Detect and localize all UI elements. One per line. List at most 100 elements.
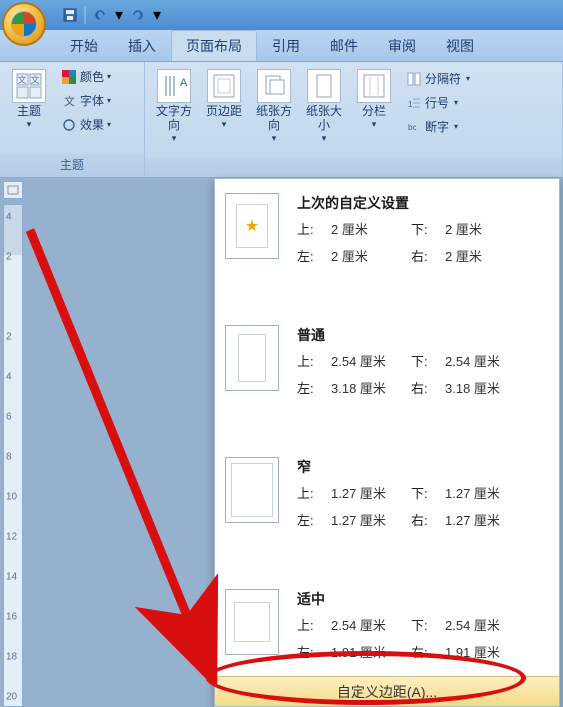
hyphen-icon: bc [406, 119, 422, 135]
preset-title: 窄 [297, 457, 553, 477]
line-numbers-button[interactable]: 1 行号 [402, 92, 474, 113]
preset-title: 普通 [297, 325, 553, 345]
preset-preview-icon [225, 457, 279, 523]
theme-colors[interactable]: 颜色▾ [57, 66, 115, 87]
preset-preview-icon: ★ [225, 193, 279, 259]
svg-text:文: 文 [30, 74, 39, 85]
preset-title: 上次的自定义设置 [297, 193, 553, 213]
colors-label: 颜色 [80, 68, 104, 85]
svg-text:文: 文 [64, 94, 75, 108]
margin-preset-moderate[interactable]: 适中上:2.54 厘米下:2.54 厘米左:1.91 厘米右:1.91 厘米 [215, 579, 559, 671]
preset-values: 上:2 厘米下:2 厘米左:2 厘米右:2 厘米 [297, 219, 553, 265]
chevron-down-icon: ▾ [107, 96, 111, 105]
orientation-label: 纸张方向 [252, 105, 296, 133]
office-button[interactable] [2, 2, 46, 46]
chevron-down-icon: ▾ [322, 133, 327, 144]
vertical-ruler[interactable]: 422468101214161820 [3, 204, 23, 707]
text-direction-button[interactable]: A 文字方向 ▾ [149, 66, 199, 147]
margins-icon [207, 69, 241, 103]
chevron-down-icon: ▾ [272, 133, 277, 144]
preset-title: 适中 [297, 589, 553, 609]
margin-preset-normal[interactable]: 普通上:2.54 厘米下:2.54 厘米左:3.18 厘米右:3.18 厘米 [215, 315, 559, 407]
ruler-tick: 8 [6, 452, 12, 463]
preset-info: 窄上:1.27 厘米下:1.27 厘米左:1.27 厘米右:1.27 厘米 [297, 457, 553, 529]
chevron-down-icon: ▾ [172, 133, 177, 144]
breaks-label: 分隔符 [425, 70, 461, 87]
chevron-down-icon: ▾ [372, 119, 377, 130]
effects-label: 效果 [80, 116, 104, 133]
theme-fonts[interactable]: 文 字体▾ [57, 90, 115, 111]
margin-preset-last_custom[interactable]: ★ 上次的自定义设置上:2 厘米下:2 厘米左:2 厘米右:2 厘米 [215, 183, 559, 275]
ruler-tick: 6 [6, 412, 12, 423]
qat-customize-icon[interactable]: ▾ [151, 6, 163, 24]
ruler-toggle-icon [7, 185, 19, 195]
theme-effects[interactable]: 效果▾ [57, 114, 115, 135]
custom-margins-button[interactable]: 自定义边距(A)... [215, 676, 559, 706]
themes-button[interactable]: 文文 主题 ▾ [4, 66, 54, 133]
tab-insert[interactable]: 插入 [113, 30, 171, 61]
linenum-label: 行号 [425, 94, 449, 111]
columns-label: 分栏 [362, 105, 386, 119]
tab-start[interactable]: 开始 [55, 30, 113, 61]
tab-review[interactable]: 审阅 [373, 30, 431, 61]
chevron-down-icon: ▾ [107, 120, 111, 129]
ruler-tick: 20 [6, 692, 17, 703]
size-button[interactable]: 纸张大小 ▾ [299, 66, 349, 147]
ruler-tick: 2 [6, 332, 12, 343]
size-icon [307, 69, 341, 103]
text-direction-label: 文字方向 [152, 105, 196, 133]
hyphenation-button[interactable]: bc 断字 [402, 116, 474, 137]
tab-mailings[interactable]: 邮件 [315, 30, 373, 61]
tab-view[interactable]: 视图 [431, 30, 489, 61]
orientation-button[interactable]: 纸张方向 ▾ [249, 66, 299, 147]
orientation-icon [257, 69, 291, 103]
group-label-empty [145, 157, 562, 177]
ribbon-group-theme: 文文 主题 ▾ 颜色▾ 文 字体▾ 效果▾ 主题 [0, 62, 145, 177]
colors-icon [61, 69, 77, 85]
custom-margins-label: 自定义边距(A)... [337, 682, 437, 702]
margins-label: 页边距 [206, 105, 242, 119]
preset-info: 上次的自定义设置上:2 厘米下:2 厘米左:2 厘米右:2 厘米 [297, 193, 553, 265]
columns-button[interactable]: 分栏 ▾ [349, 66, 399, 133]
star-icon: ★ [245, 216, 259, 236]
undo-icon[interactable] [91, 6, 109, 24]
save-icon[interactable] [61, 6, 79, 24]
tab-page-layout[interactable]: 页面布局 [171, 30, 257, 61]
svg-text:文: 文 [17, 74, 26, 85]
ruler-corner [3, 181, 23, 199]
ruler-tick: 14 [6, 572, 17, 583]
margins-button[interactable]: 页边距 ▾ [199, 66, 249, 133]
ribbon-group-page-setup: A 文字方向 ▾ 页边距 ▾ 纸张方向 ▾ 纸张大小 ▾ 分栏 [145, 62, 563, 177]
hyphen-label: 断字 [425, 118, 449, 135]
preset-preview-icon [225, 325, 279, 391]
redo-icon[interactable] [129, 6, 147, 24]
fonts-label: 字体 [80, 92, 104, 109]
columns-icon [357, 69, 391, 103]
office-logo-icon [11, 11, 37, 37]
breaks-subgroup: 分隔符 1 行号 bc 断字 [399, 66, 474, 137]
tab-references[interactable]: 引用 [257, 30, 315, 61]
breaks-button[interactable]: 分隔符 [402, 68, 474, 89]
effects-icon [61, 117, 77, 133]
ruler-tick: 16 [6, 612, 17, 623]
ruler-tick: 12 [6, 532, 17, 543]
themes-label: 主题 [17, 105, 41, 119]
preset-info: 适中上:2.54 厘米下:2.54 厘米左:1.91 厘米右:1.91 厘米 [297, 589, 553, 661]
chevron-down-icon: ▾ [222, 119, 227, 130]
svg-text:A: A [180, 77, 188, 89]
ribbon: 文文 主题 ▾ 颜色▾ 文 字体▾ 效果▾ 主题 [0, 62, 563, 178]
preset-values: 上:2.54 厘米下:2.54 厘米左:3.18 厘米右:3.18 厘米 [297, 351, 553, 397]
linenum-icon: 1 [406, 95, 422, 111]
ribbon-tabs: 开始 插入 页面布局 引用 邮件 审阅 视图 [0, 30, 563, 62]
svg-text:1: 1 [408, 100, 413, 109]
size-label: 纸张大小 [302, 105, 346, 133]
preset-values: 上:1.27 厘米下:1.27 厘米左:1.27 厘米右:1.27 厘米 [297, 483, 553, 529]
margin-preset-narrow[interactable]: 窄上:1.27 厘米下:1.27 厘米左:1.27 厘米右:1.27 厘米 [215, 447, 559, 539]
breaks-icon [406, 71, 422, 87]
title-bar: ▾ ▾ [0, 0, 563, 30]
preset-values: 上:2.54 厘米下:2.54 厘米左:1.91 厘米右:1.91 厘米 [297, 615, 553, 661]
document-area: 422468101214161820 ★上次的自定义设置上:2 厘米下:2 厘米… [0, 178, 563, 707]
ruler-tick: 18 [6, 652, 17, 663]
undo-dropdown-icon[interactable]: ▾ [113, 6, 125, 24]
theme-group-label: 主题 [0, 154, 144, 177]
